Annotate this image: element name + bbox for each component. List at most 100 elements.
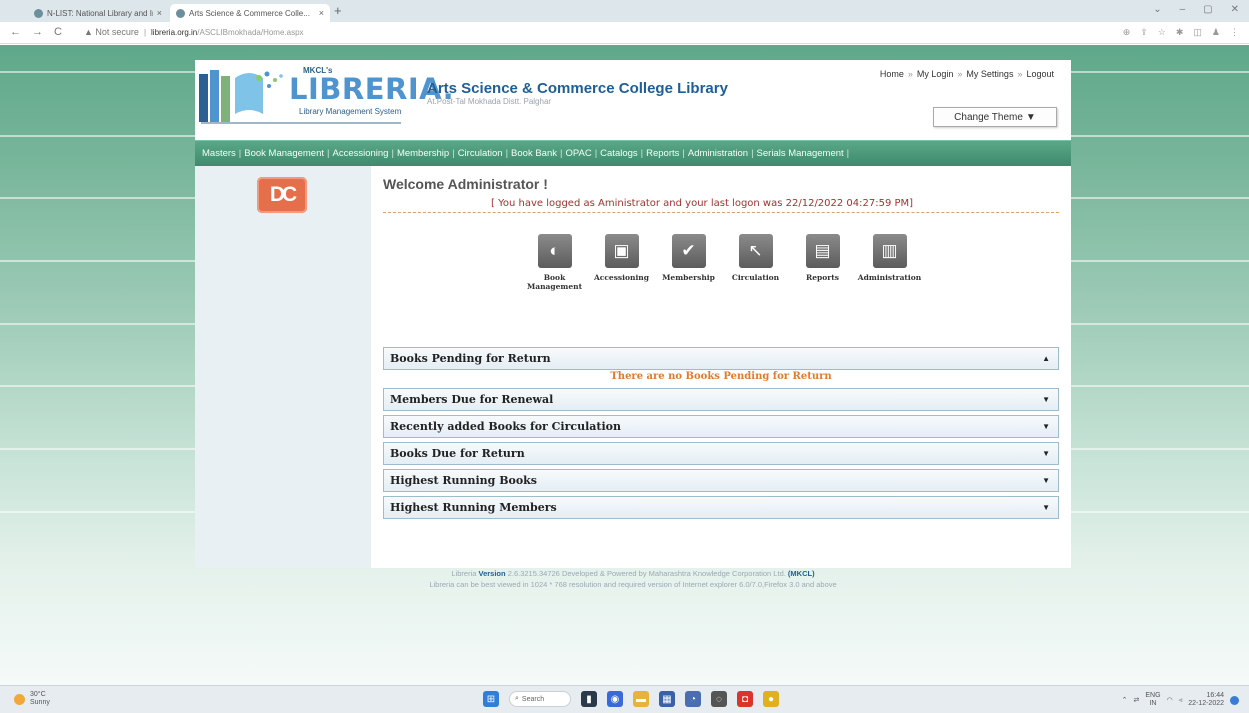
menu-item-book-bank[interactable]: Book Bank [508, 148, 560, 159]
wifi-icon[interactable]: ◠ [1167, 696, 1173, 704]
minimize-button[interactable]: – [1180, 4, 1186, 15]
browser-tab-bar: N-LIST: National Library and Inf... × Ar… [0, 0, 1249, 22]
change-theme-button[interactable]: Change Theme ▼ [933, 107, 1057, 127]
collapse-up-icon[interactable]: ▲ [1042, 354, 1050, 363]
accessioning-icon: ▣ [604, 234, 639, 268]
my-settings-link[interactable]: My Settings [966, 69, 1013, 79]
expand-down-icon[interactable]: ▼ [1042, 422, 1050, 431]
menu-item-administration[interactable]: Administration [685, 148, 751, 159]
link-separator: » [907, 69, 913, 79]
mcafee-icon[interactable]: ◘ [737, 691, 753, 707]
clock-date: 22-12-2022 [1188, 700, 1224, 707]
forward-button[interactable]: → [32, 26, 43, 38]
search-icon: ⌕ [515, 695, 519, 702]
zoom-icon[interactable]: ⊕ [1123, 27, 1131, 38]
region-code: IN [1149, 700, 1157, 707]
panel-recently-added-books[interactable]: Recently added Books for Circulation ▼ [383, 415, 1059, 438]
footer-mkcl-link[interactable]: (MKCL) [788, 569, 815, 578]
system-clock[interactable]: 16:44 22-12-2022 [1188, 692, 1224, 708]
quick-link-membership[interactable]: ✔ Membership [655, 234, 722, 291]
store-icon[interactable]: ▦ [659, 691, 675, 707]
quick-link-reports[interactable]: ▤ Reports [789, 234, 856, 291]
panel-title: Recently added Books for Circulation [390, 420, 621, 433]
menu-item-masters[interactable]: Masters [199, 148, 239, 159]
new-tab-button[interactable]: + [334, 4, 342, 18]
quick-link-administration[interactable]: ▥ Administration [856, 234, 923, 291]
tray-overflow-icon[interactable]: ⌃ [1122, 696, 1128, 704]
panel-books-due-for-return[interactable]: Books Due for Return ▼ [383, 442, 1059, 465]
not-secure-indicator[interactable]: ▲ Not secure [84, 27, 139, 37]
browser-tab-nlist[interactable]: N-LIST: National Library and Inf... × [28, 4, 168, 22]
menu-item-opac[interactable]: OPAC [562, 148, 594, 159]
close-tab-icon[interactable]: × [319, 8, 324, 18]
profile-icon[interactable]: ♟ [1212, 27, 1220, 38]
file-explorer-icon[interactable]: ▬ [633, 691, 649, 707]
circulation-icon: ↖ [738, 234, 773, 268]
close-window-button[interactable]: ✕ [1231, 4, 1239, 15]
browser-menu-icon[interactable]: ⋮ [1230, 27, 1239, 38]
edge-icon[interactable]: ◔ [685, 691, 701, 707]
windows-taskbar: 30°C Sunny ⊞ ⌕ Search ▮ ◉ ▬ ▦ ◔ ◌ ◘ ● ⌃ ⇄ … [0, 685, 1249, 713]
quick-link-circulation[interactable]: ↖ Circulation [722, 234, 789, 291]
panel-title: Members Due for Renewal [390, 393, 554, 406]
link-separator: » [957, 69, 963, 79]
menu-item-circulation[interactable]: Circulation [455, 148, 506, 159]
maximize-button[interactable]: ▢ [1203, 4, 1212, 15]
network-icon[interactable]: ⇄ [1134, 696, 1140, 704]
app-icon[interactable]: ◌ [711, 691, 727, 707]
dashboard-panels: Books Pending for Return ▲ There are no … [383, 347, 1059, 523]
book-management-icon: ◐ [537, 234, 572, 268]
weather-widget[interactable]: 30°C Sunny [14, 691, 50, 707]
browser-tab-college[interactable]: Arts Science & Commerce Colle... × [170, 4, 330, 22]
home-link[interactable]: Home [880, 69, 904, 79]
administration-icon: ▥ [872, 234, 907, 268]
tab-search-icon[interactable]: ⌄ [1153, 4, 1161, 15]
panel-highest-running-books[interactable]: Highest Running Books ▼ [383, 469, 1059, 492]
my-login-link[interactable]: My Login [917, 69, 954, 79]
panel-books-pending-for-return[interactable]: Books Pending for Return ▲ [383, 347, 1059, 370]
panel-highest-running-members[interactable]: Highest Running Members ▼ [383, 496, 1059, 519]
dc-logo-text: DC [269, 183, 297, 206]
menu-item-membership[interactable]: Membership [394, 148, 452, 159]
volume-icon[interactable]: ◃ [1179, 696, 1183, 704]
expand-down-icon[interactable]: ▼ [1042, 476, 1050, 485]
expand-down-icon[interactable]: ▼ [1042, 503, 1050, 512]
sidepanel-icon[interactable]: ◫ [1193, 27, 1202, 38]
main-menu: Masters | Book Management | Accessioning | … [195, 140, 1071, 166]
share-icon[interactable]: ⇪ [1140, 27, 1148, 38]
logout-link[interactable]: Logout [1026, 69, 1054, 79]
close-tab-icon[interactable]: × [157, 8, 162, 18]
reload-button[interactable]: C [54, 26, 62, 38]
menu-item-book-management[interactable]: Book Management [241, 148, 327, 159]
menu-item-reports[interactable]: Reports [643, 148, 682, 159]
menu-item-accessioning[interactable]: Accessioning [329, 148, 391, 159]
chrome-icon[interactable]: ● [763, 691, 779, 707]
link-separator: » [1017, 69, 1023, 79]
notification-icon[interactable] [1230, 695, 1239, 705]
top-links: Home » My Login » My Settings » Logout [880, 69, 1054, 79]
welcome-heading: Welcome Administrator ! [383, 176, 548, 192]
dc-logo-icon[interactable]: DC [257, 177, 307, 213]
footer-version-label: Version [478, 569, 506, 578]
expand-down-icon[interactable]: ▼ [1042, 449, 1050, 458]
windows-start-icon[interactable]: ⊞ [483, 691, 499, 707]
chat-icon[interactable]: ◉ [607, 691, 623, 707]
quick-link-accessioning[interactable]: ▣ Accessioning [588, 234, 655, 291]
quick-link-label: Administration [857, 273, 922, 282]
libreria-logo[interactable]: MKCL's LIBRERIA. Library Management Syst… [197, 64, 454, 126]
quick-link-book-management[interactable]: ◐ Book Management [521, 234, 588, 291]
expand-down-icon[interactable]: ▼ [1042, 395, 1050, 404]
language-indicator[interactable]: ENG IN [1145, 692, 1160, 708]
panel-members-due-for-renewal[interactable]: Members Due for Renewal ▼ [383, 388, 1059, 411]
extensions-icon[interactable]: ✱ [1176, 27, 1184, 38]
footer-line-1: Libreria Version 2.6.3215.34726 Develope… [195, 568, 1071, 579]
url-field[interactable]: ▲ Not secure | libreria.org.in/ASCLIBmok… [84, 27, 304, 37]
menu-item-catalogs[interactable]: Catalogs [597, 148, 641, 159]
bookmark-star-icon[interactable]: ☆ [1158, 27, 1166, 38]
weather-temperature: 30°C [30, 691, 46, 698]
back-button[interactable]: ← [10, 26, 21, 38]
footer-line-2: Libreria can be best viewed in 1024 * 76… [429, 580, 837, 589]
taskbar-search[interactable]: ⌕ Search [509, 691, 571, 707]
task-view-icon[interactable]: ▮ [581, 691, 597, 707]
menu-item-serials-management[interactable]: Serials Management [754, 148, 847, 159]
